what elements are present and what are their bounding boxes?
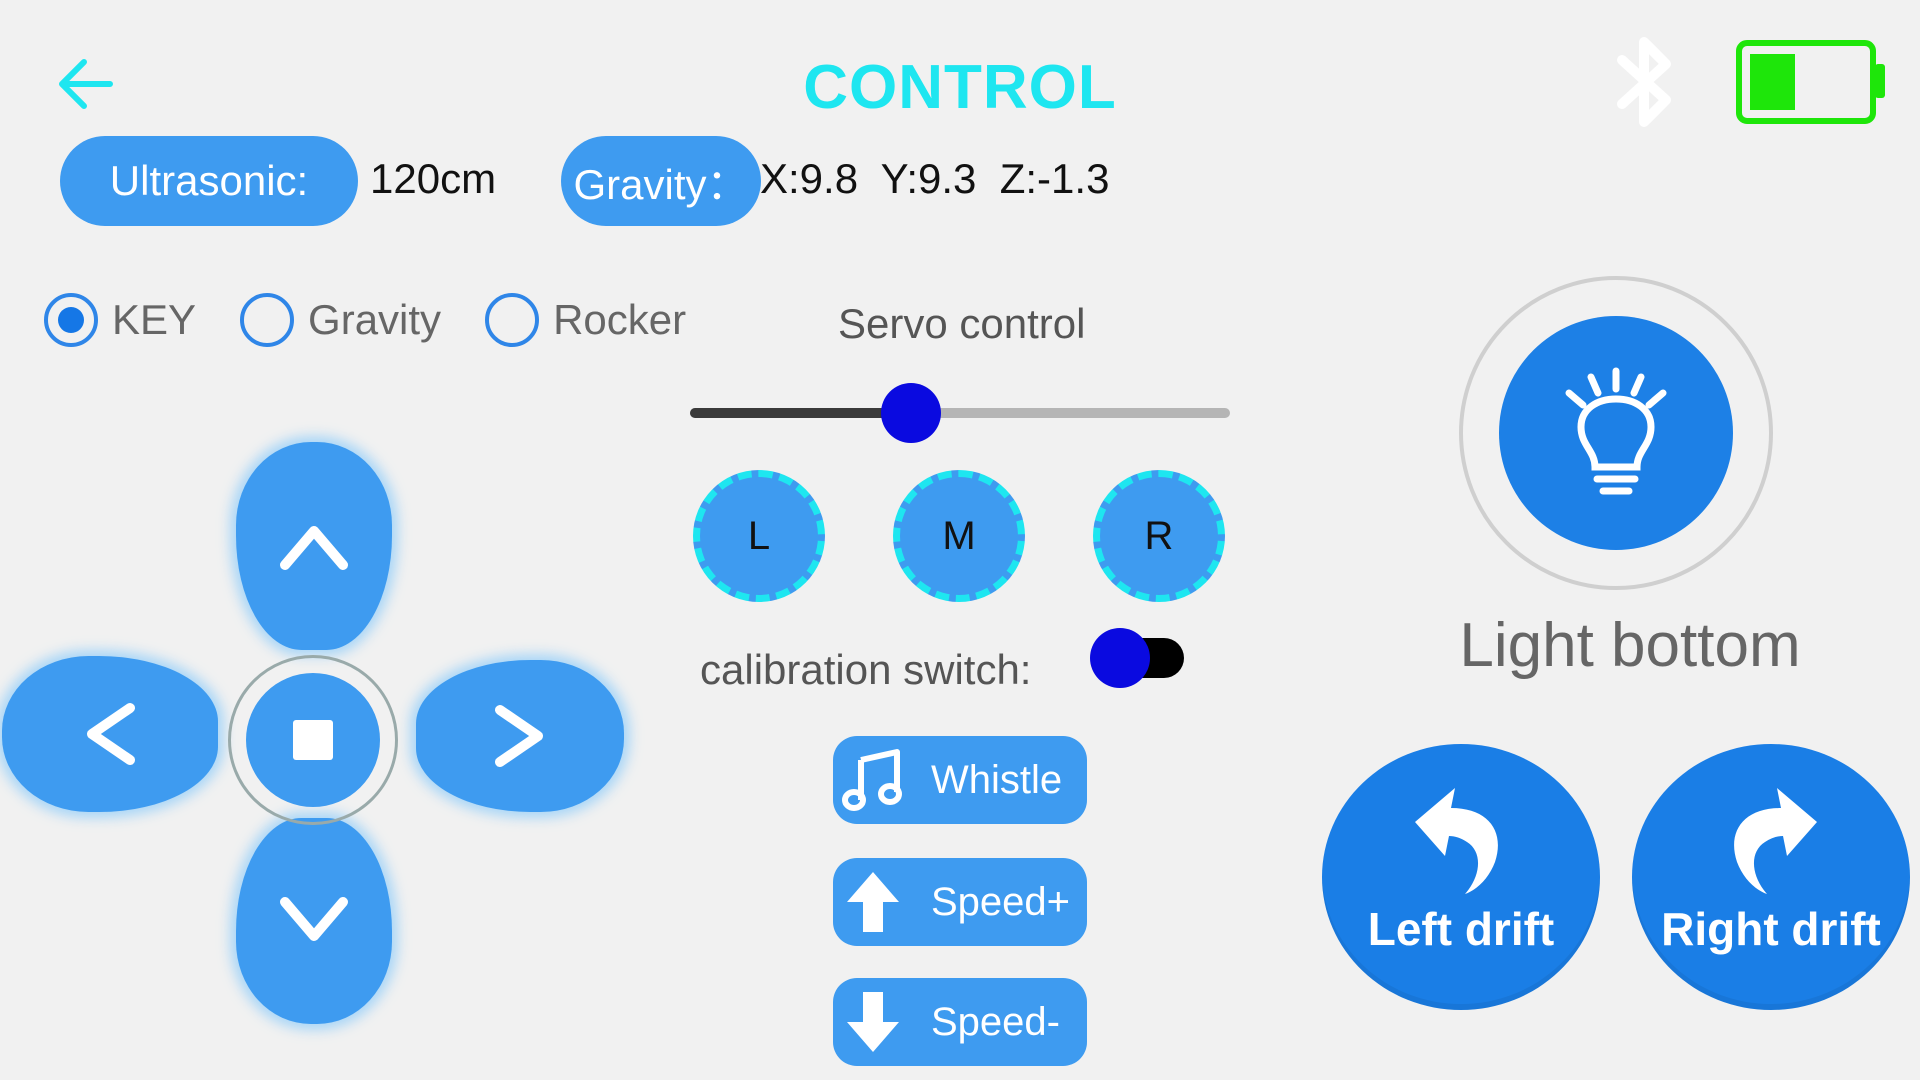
servo-middle-button[interactable]: M (893, 470, 1025, 602)
calibration-switch-label: calibration switch: (700, 646, 1032, 693)
radio-circle (44, 293, 98, 347)
right-drift-label: Right drift (1661, 903, 1881, 955)
servo-button-label: R (1144, 513, 1174, 558)
arrow-left-icon (59, 59, 113, 109)
curved-arrow-left-icon (1415, 788, 1498, 894)
speed-up-label: Speed+ (931, 879, 1071, 924)
light-button[interactable] (1499, 316, 1733, 550)
servo-slider[interactable] (690, 383, 1230, 443)
radio-label: Gravity (308, 296, 442, 343)
curved-arrow-right-icon (1734, 788, 1817, 894)
ultrasonic-label: Ultrasonic: (109, 157, 309, 204)
gravity-label: Gravity： (573, 160, 749, 208)
bluetooth-icon[interactable] (1610, 32, 1682, 132)
radio-gravity[interactable]: Gravity (240, 293, 441, 347)
turn-left-button[interactable] (2, 656, 218, 812)
servo-button-label: L (747, 513, 771, 558)
back-button[interactable] (48, 48, 120, 120)
arrow-up-icon (839, 868, 907, 936)
music-note-icon (839, 746, 907, 814)
speed-down-button[interactable]: Speed- (833, 978, 1087, 1066)
servo-right-button[interactable]: R (1093, 470, 1225, 602)
radio-label: KEY (112, 296, 197, 343)
speed-up-button[interactable]: Speed+ (833, 858, 1087, 946)
slider-thumb[interactable] (881, 383, 942, 443)
radio-rocker[interactable]: Rocker (485, 293, 686, 347)
radio-key[interactable]: KEY (44, 293, 196, 347)
whistle-label: Whistle (931, 757, 1063, 802)
servo-control-label: Servo control (838, 300, 1086, 347)
slider-fill (690, 408, 912, 418)
backward-button[interactable] (236, 818, 392, 1024)
whistle-button[interactable]: Whistle (833, 736, 1087, 824)
page-title: CONTROL (803, 53, 1117, 122)
radio-circle (485, 293, 540, 347)
radio-circle (240, 293, 295, 347)
ultrasonic-value: 120cm (370, 155, 497, 202)
arrow-down-icon (839, 988, 907, 1056)
gravity-value: X:9.8 Y:9.3 Z:-1.3 (760, 155, 1110, 202)
forward-button[interactable] (236, 442, 392, 650)
turn-right-button[interactable] (416, 660, 624, 812)
servo-left-button[interactable]: L (693, 470, 825, 602)
chevron-up-icon (280, 526, 348, 570)
light-bottom-label: Light bottom (1459, 611, 1801, 680)
speed-down-label: Speed- (931, 999, 1060, 1044)
chevron-left-icon (87, 703, 135, 765)
chevron-right-icon (495, 705, 543, 767)
chevron-down-icon (280, 897, 348, 941)
radio-label: Rocker (553, 296, 687, 343)
ultrasonic-badge: Ultrasonic: (60, 136, 358, 226)
switch-knob (1090, 628, 1150, 688)
battery-level-fill (1750, 54, 1795, 110)
mode-radio-group: KEY Gravity Rocker (44, 288, 730, 352)
gravity-badge: Gravity： (561, 136, 761, 226)
left-drift-label: Left drift (1367, 903, 1555, 955)
stop-icon (293, 720, 333, 760)
left-drift-button[interactable]: Left drift (1322, 744, 1600, 1010)
servo-button-label: M (942, 513, 976, 558)
battery-icon (1736, 40, 1888, 124)
stop-button[interactable] (246, 673, 380, 807)
right-drift-button[interactable]: Right drift (1632, 744, 1910, 1010)
calibration-switch[interactable] (1090, 628, 1186, 688)
lightbulb-icon (1565, 367, 1667, 495)
